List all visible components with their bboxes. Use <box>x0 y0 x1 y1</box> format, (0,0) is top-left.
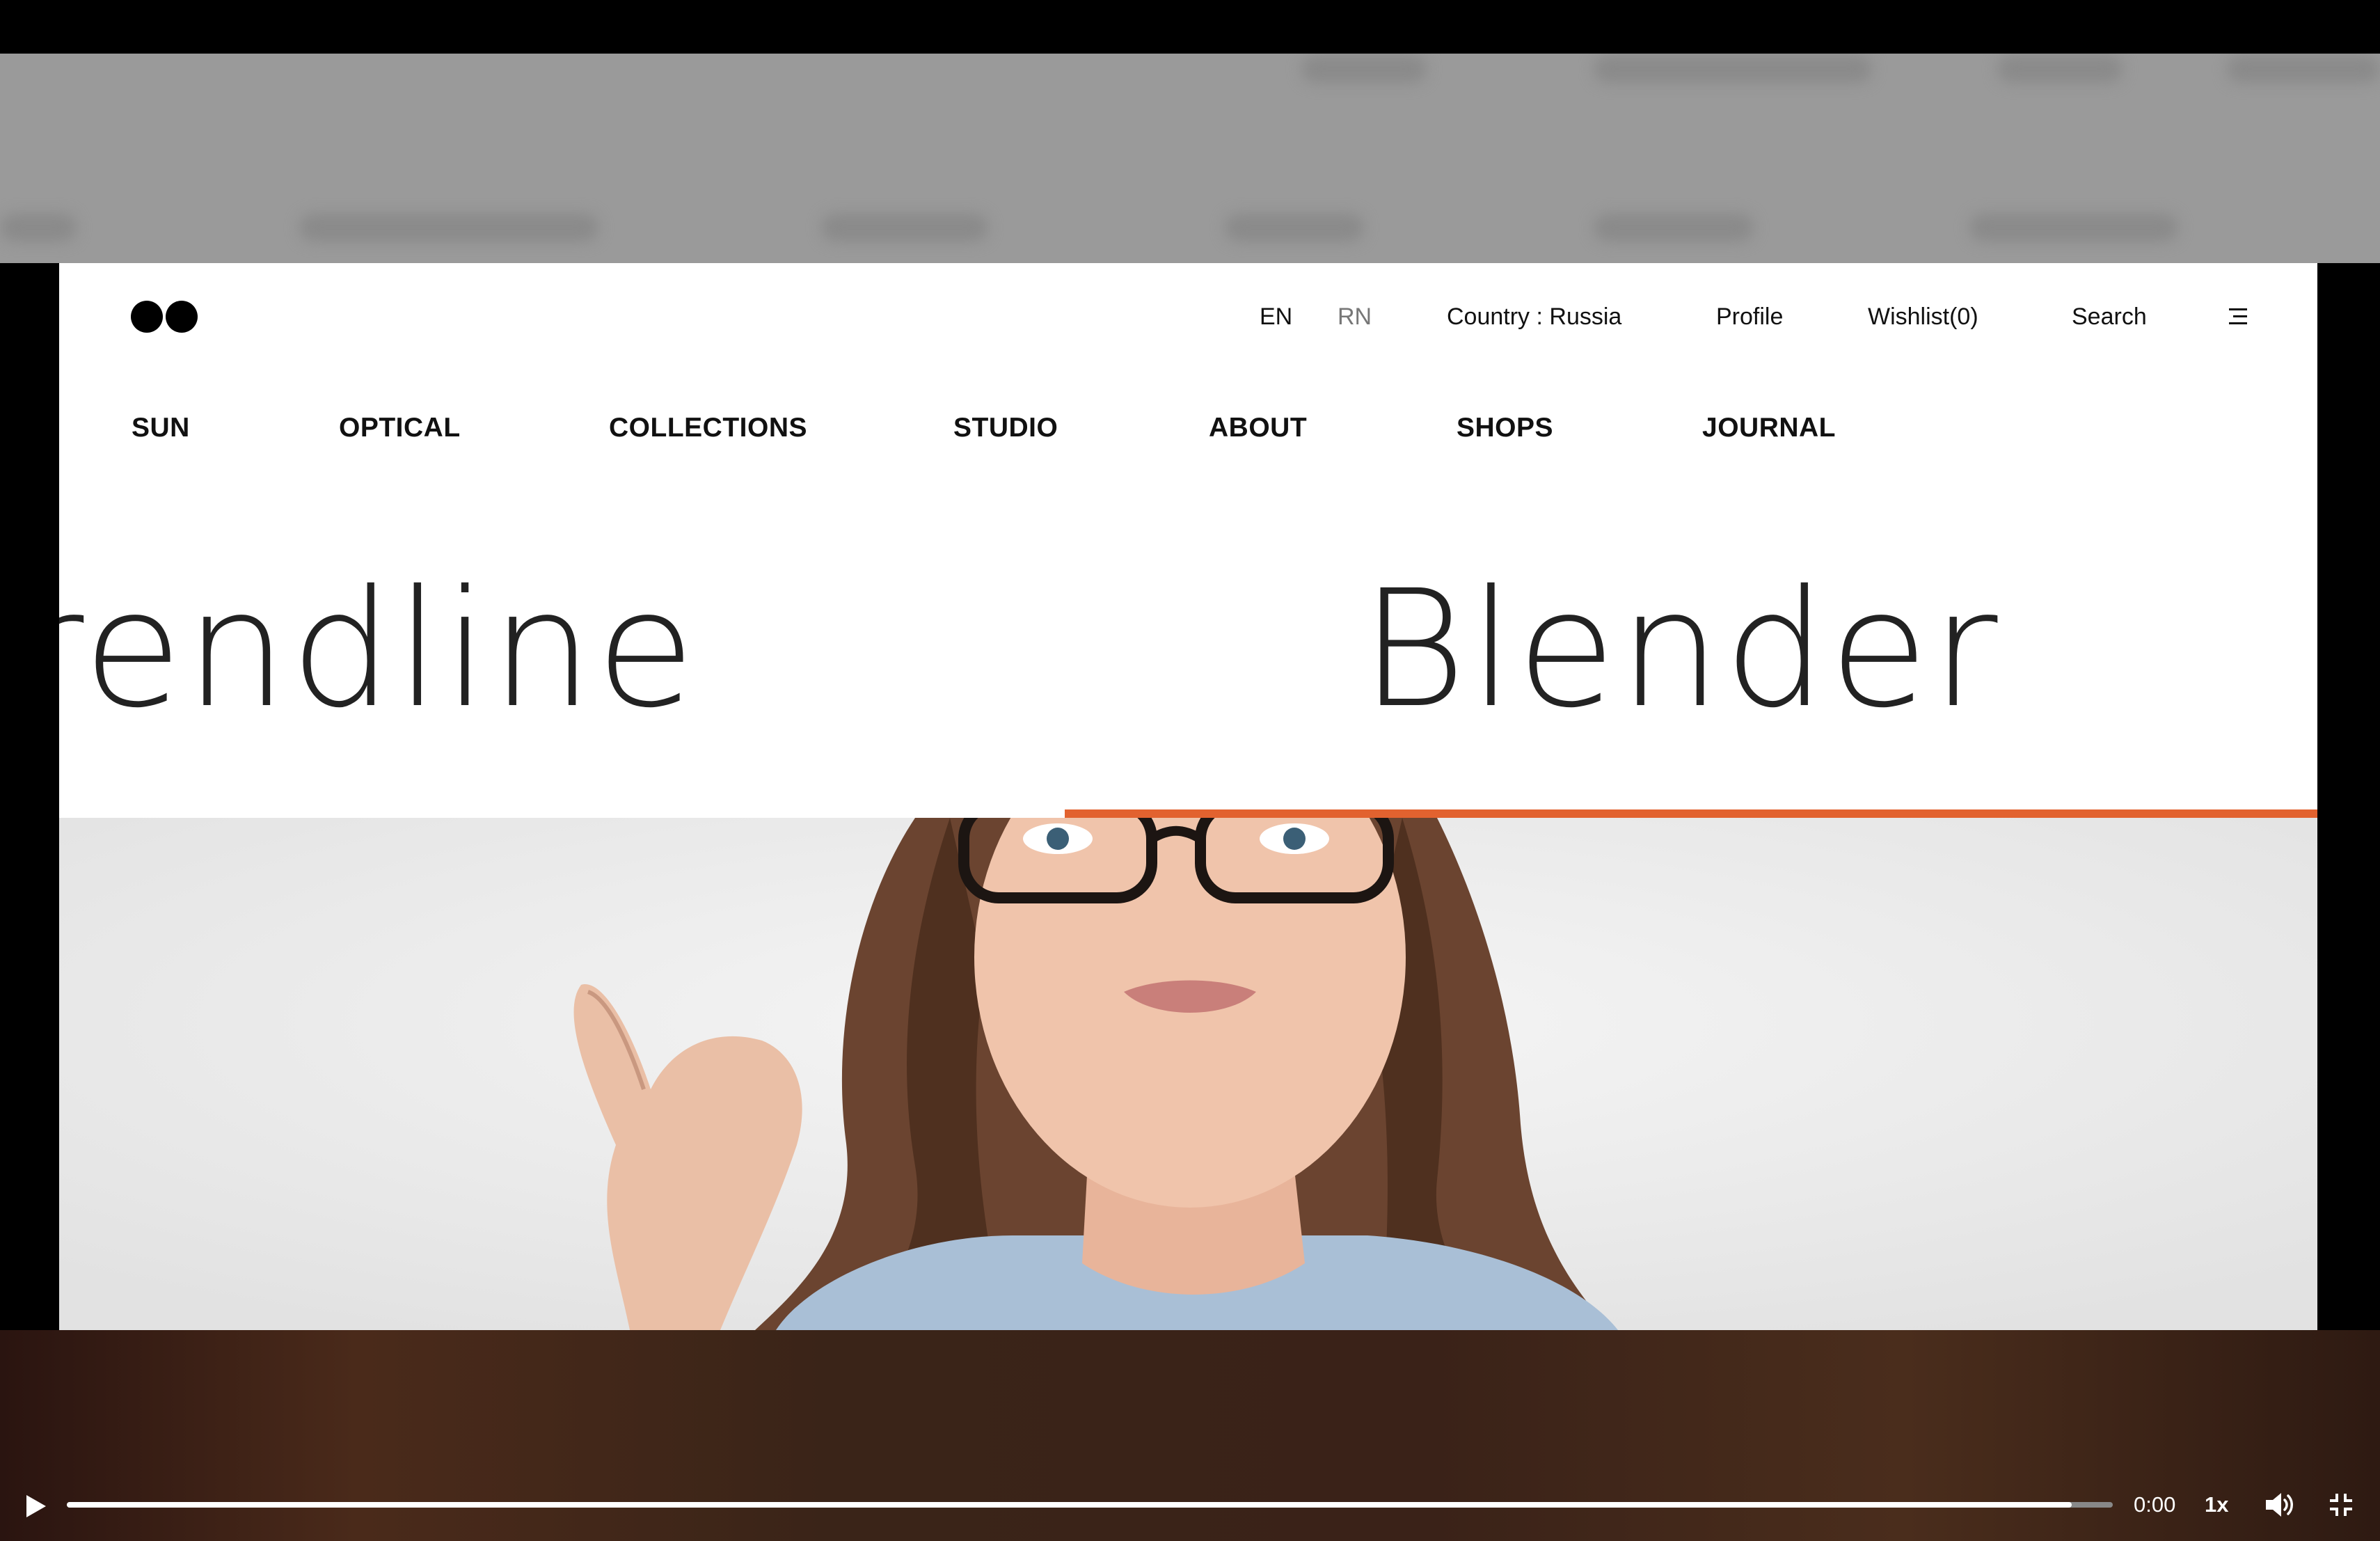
volume-icon[interactable] <box>2263 1489 2295 1520</box>
nav-studio[interactable]: STUDIO <box>953 411 1058 445</box>
playback-rate-button[interactable]: 1x <box>2205 1491 2228 1519</box>
profile-link[interactable]: Profile <box>1716 301 1783 332</box>
hero-word-trendline: rendline <box>59 555 699 743</box>
video-time: 0:00 <box>2134 1492 2176 1517</box>
video-progress-track[interactable] <box>67 1502 2113 1508</box>
nav-shops[interactable]: SHOPS <box>1457 411 1553 445</box>
search-link[interactable]: Search <box>2072 301 2147 332</box>
wishlist-link[interactable]: Wishlist(0) <box>1868 301 1978 332</box>
video-top-letterbox <box>0 0 2380 54</box>
nav-collections[interactable]: COLLECTIONS <box>609 411 807 445</box>
woman-with-glasses-image <box>59 818 2317 1330</box>
hero-word-blender: Blender <box>1360 555 2001 743</box>
country-selector[interactable]: Country : Russia <box>1447 301 1621 332</box>
video-right-letterbox <box>2317 263 2380 1330</box>
brand-logo[interactable] <box>131 301 200 334</box>
hamburger-icon[interactable] <box>2229 308 2247 325</box>
exit-fullscreen-icon[interactable] <box>2327 1491 2355 1519</box>
nav-optical[interactable]: OPTICAL <box>339 411 461 445</box>
hero-photo <box>59 818 2317 1330</box>
language-en-link[interactable]: EN <box>1260 301 1292 332</box>
nav-sun[interactable]: SUN <box>132 411 190 445</box>
accent-underline <box>1065 809 2317 818</box>
nav-about[interactable]: ABOUT <box>1209 411 1307 445</box>
language-rn-link[interactable]: RN <box>1338 301 1372 332</box>
blurred-page-preview <box>0 54 2380 263</box>
video-controls-bar <box>0 1330 2380 1541</box>
video-progress-fill <box>67 1502 2072 1508</box>
play-icon[interactable] <box>19 1491 50 1522</box>
website-frame: EN RN Country : Russia Profile Wishlist(… <box>59 263 2317 1330</box>
video-left-letterbox <box>0 263 59 1330</box>
nav-journal[interactable]: JOURNAL <box>1702 411 1836 445</box>
